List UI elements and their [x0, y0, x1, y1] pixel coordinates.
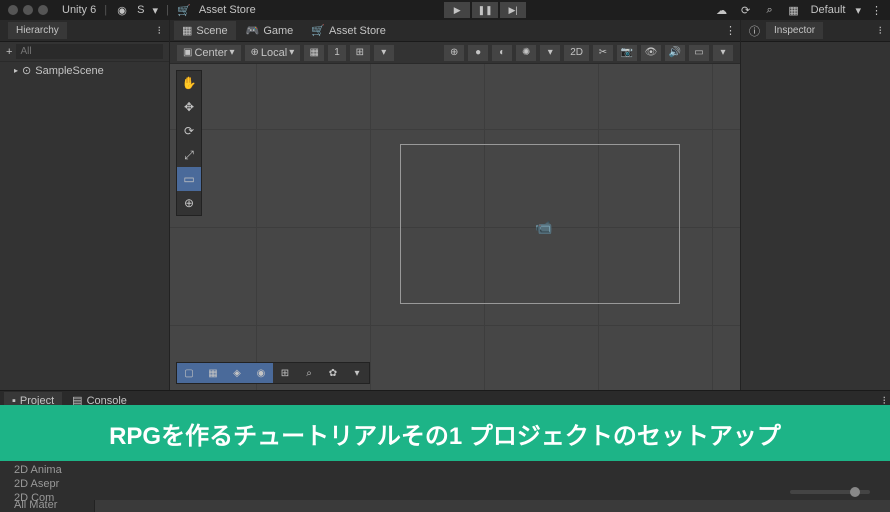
- folder-item[interactable]: 2D Asepr: [4, 477, 91, 491]
- overlay-6[interactable]: ⌕: [297, 363, 321, 383]
- move-tool[interactable]: ✥: [177, 95, 201, 119]
- shaded-icon[interactable]: ●: [467, 44, 489, 62]
- play-button[interactable]: ▶: [444, 2, 470, 18]
- tutorial-banner: RPGを作るチュートリアルその1 プロジェクトのセットアップ: [0, 405, 890, 461]
- eye-icon[interactable]: 👁: [640, 44, 662, 62]
- asset-store-link[interactable]: Asset Store: [199, 4, 256, 16]
- user-icon[interactable]: ◉: [115, 3, 129, 17]
- hierarchy-search[interactable]: [16, 44, 163, 59]
- snap-icon[interactable]: ⊞: [349, 44, 371, 62]
- scene-name: SampleScene: [35, 65, 104, 77]
- scene-icon: ▦: [182, 24, 192, 37]
- scale-tool[interactable]: ⤢: [177, 143, 201, 167]
- more-icon[interactable]: ⋮: [871, 4, 882, 17]
- inspector-tab[interactable]: Inspector: [766, 22, 823, 39]
- banner-text: RPGを作るチュートリアルその1 プロジェクトのセットアップ: [109, 416, 781, 451]
- inspector-icon: ⓘ: [749, 23, 760, 39]
- grid-toggle[interactable]: ▦: [303, 44, 325, 62]
- audio-icon[interactable]: ✺: [515, 44, 537, 62]
- step-button[interactable]: ▶|: [500, 2, 526, 18]
- tab-asset-store[interactable]: 🛒Asset Store: [303, 21, 394, 40]
- gizmos-dropdown[interactable]: ▾: [712, 44, 734, 62]
- playback-controls: ▶ ❚❚ ▶|: [262, 2, 709, 18]
- hierarchy-panel: Hierarchy ⁝ + ▸ ⊙ SampleScene: [0, 20, 170, 390]
- space-dropdown[interactable]: ⊕ Local ▾: [244, 44, 302, 62]
- traffic-lights: [8, 5, 48, 15]
- draw-mode-icon[interactable]: ⊕: [443, 44, 465, 62]
- snap-settings-icon[interactable]: ▾: [373, 44, 395, 62]
- tab-game[interactable]: 🎮Game: [238, 21, 302, 40]
- grid-value[interactable]: 1: [327, 44, 347, 62]
- scene-viewport[interactable]: ✋ ✥ ⟳ ⤢ ▭ ⊕ 📹 ▢ ▦ ◈ ◉ ⊞ ⌕ ✿ ▾: [170, 64, 740, 390]
- overlay-tools: ▢ ▦ ◈ ◉ ⊞ ⌕ ✿ ▾: [176, 362, 370, 384]
- gizmo-icon[interactable]: ✂: [592, 44, 614, 62]
- camera-icon[interactable]: 📷: [616, 44, 638, 62]
- overlay-1[interactable]: ▢: [177, 363, 201, 383]
- overlay-5[interactable]: ⊞: [273, 363, 297, 383]
- rect-tool[interactable]: ▭: [177, 167, 201, 191]
- overlay-3[interactable]: ◈: [225, 363, 249, 383]
- title-bar: Unity 6 | ◉ S ▾ | 🛒 Asset Store ▶ ❚❚ ▶| …: [0, 0, 890, 20]
- layers-icon[interactable]: ▦: [787, 3, 801, 17]
- folder-item[interactable]: 2D Anima: [4, 463, 91, 477]
- footer-area: 2D Anima 2D Asepr 2D Com: [0, 461, 890, 500]
- hierarchy-tab[interactable]: Hierarchy: [8, 22, 67, 39]
- camera-gizmo-icon[interactable]: 📹: [535, 219, 552, 236]
- close-dot[interactable]: [8, 5, 18, 15]
- main-area: Hierarchy ⁝ + ▸ ⊙ SampleScene ▦Scene 🎮Ga…: [0, 20, 890, 390]
- slider-thumb[interactable]: [850, 487, 860, 497]
- tool-palette: ✋ ✥ ⟳ ⤢ ▭ ⊕: [176, 70, 202, 216]
- light-icon[interactable]: ◐: [491, 44, 513, 62]
- transform-tool[interactable]: ⊕: [177, 191, 201, 215]
- lock-icon[interactable]: ⁝: [158, 24, 162, 37]
- search-icon[interactable]: ⌕: [763, 3, 777, 17]
- pivot-dropdown[interactable]: ▣ Center ▾: [176, 44, 242, 62]
- tab-scene[interactable]: ▦Scene: [174, 21, 236, 40]
- user-dropdown-icon[interactable]: ▾: [152, 4, 158, 17]
- unity-icon: ⊙: [22, 64, 31, 77]
- overlay-2[interactable]: ▦: [201, 363, 225, 383]
- lock-icon[interactable]: ⁝: [879, 24, 883, 37]
- rotate-tool[interactable]: ⟳: [177, 119, 201, 143]
- fx-icon[interactable]: ▾: [539, 44, 561, 62]
- volume-icon[interactable]: 🔊: [664, 44, 686, 62]
- hand-tool[interactable]: ✋: [177, 71, 201, 95]
- thumbnail-size-slider[interactable]: [790, 490, 870, 494]
- display-icon[interactable]: ▭: [688, 44, 710, 62]
- 2d-toggle[interactable]: 2D: [563, 44, 590, 62]
- refresh-icon[interactable]: ⟳: [739, 3, 753, 17]
- pause-button[interactable]: ❚❚: [472, 2, 498, 18]
- store-icon: 🛒: [311, 24, 325, 37]
- overlay-8[interactable]: ▾: [345, 363, 369, 383]
- scene-panel: ▦Scene 🎮Game 🛒Asset Store ⋮ ▣ Center ▾ ⊕…: [170, 20, 740, 390]
- expand-icon[interactable]: ▸: [14, 66, 18, 75]
- app-title: Unity 6: [62, 4, 96, 16]
- add-icon[interactable]: +: [6, 46, 12, 58]
- scene-item[interactable]: ▸ ⊙ SampleScene: [0, 62, 169, 79]
- overlay-4[interactable]: ◉: [249, 363, 273, 383]
- panel-menu-icon[interactable]: ⋮: [725, 24, 736, 37]
- cart-icon[interactable]: 🛒: [177, 3, 191, 17]
- layout-dropdown-icon[interactable]: ▾: [855, 4, 861, 17]
- min-dot[interactable]: [23, 5, 33, 15]
- layout-dropdown[interactable]: Default: [811, 4, 846, 16]
- folder-item[interactable]: 2D Com: [4, 491, 91, 505]
- inspector-panel: ⓘ Inspector ⁝: [740, 20, 890, 390]
- overlay-7[interactable]: ✿: [321, 363, 345, 383]
- cloud-icon[interactable]: ☁: [715, 3, 729, 17]
- max-dot[interactable]: [38, 5, 48, 15]
- game-icon: 🎮: [246, 24, 260, 37]
- user-label: S: [137, 4, 144, 16]
